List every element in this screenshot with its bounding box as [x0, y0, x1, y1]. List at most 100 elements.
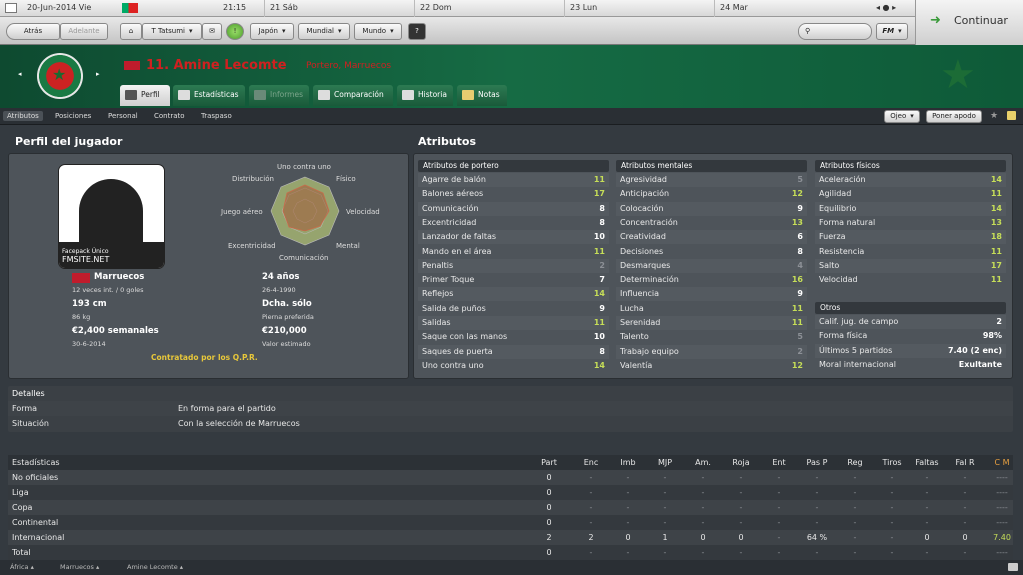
forward-button[interactable]: Adelante: [60, 23, 108, 40]
attribute-row[interactable]: Serenidad 11: [616, 316, 807, 330]
breadcrumb-item[interactable]: África ▴: [10, 563, 34, 571]
attribute-row[interactable]: Lucha 11: [616, 302, 807, 316]
attribute-row[interactable]: Decisiones 8: [616, 245, 807, 259]
stats-column-header[interactable]: Imb: [608, 455, 648, 470]
stats-column-header[interactable]: Faltas: [907, 455, 947, 470]
attribute-row[interactable]: Saque con las manos 10: [418, 330, 609, 344]
previous-player-icon[interactable]: ◂: [18, 70, 22, 78]
stats-row[interactable]: Copa 0- - - - - - - - - - - ----: [8, 500, 1013, 515]
attribute-row[interactable]: Salida de puños 9: [418, 302, 609, 316]
tab-estadisticas[interactable]: Estadísticas: [173, 85, 245, 106]
attribute-row[interactable]: Creatividad 6: [616, 230, 807, 245]
attribute-row[interactable]: Excentricidad 8: [418, 216, 609, 230]
region-japan-menu[interactable]: Japón: [250, 23, 294, 40]
attribute-row[interactable]: Equilibrio 14: [815, 201, 1006, 216]
attribute-row[interactable]: Balones aéreos 17: [418, 187, 609, 201]
scout-menu[interactable]: Ojeo: [884, 110, 920, 123]
attribute-row[interactable]: Moral internacional Exultante: [815, 358, 1006, 372]
attribute-row[interactable]: Trabajo equipo 2: [616, 344, 807, 359]
attribute-row[interactable]: Determinación 16: [616, 273, 807, 287]
attribute-row[interactable]: Fuerza 18: [815, 230, 1006, 245]
stats-column-header[interactable]: Am.: [683, 455, 723, 470]
tab-informes[interactable]: Informes: [249, 85, 309, 106]
attribute-row[interactable]: Influencia 9: [616, 287, 807, 302]
back-button[interactable]: Atrás: [6, 23, 60, 40]
subnav-contrato[interactable]: Contrato: [154, 112, 185, 120]
attribute-row[interactable]: Comunicación 8: [418, 201, 609, 216]
attribute-row[interactable]: Saques de puerta 8: [418, 344, 609, 359]
attribute-row[interactable]: Primer Toque 7: [418, 273, 609, 287]
breadcrumb-item[interactable]: Amine Lecomte ▴: [127, 563, 183, 571]
day-cell[interactable]: 23 Lun: [564, 0, 714, 17]
stats-row[interactable]: Continental 0- - - - - - - - - - - ----: [8, 515, 1013, 530]
stats-column-header[interactable]: Pas P: [797, 455, 837, 470]
attribute-row[interactable]: Agilidad 11: [815, 187, 1006, 201]
calendar-nav[interactable]: ◂ ● ▸: [876, 3, 896, 12]
attribute-row[interactable]: Mando en el área 11: [418, 245, 609, 259]
status-icon[interactable]: [1008, 563, 1018, 571]
breadcrumb-item[interactable]: Marruecos ▴: [60, 563, 99, 571]
tab-comparacion[interactable]: Comparación: [313, 85, 393, 106]
home-icon[interactable]: ⌂: [120, 23, 142, 40]
stats-column-header[interactable]: Reg: [835, 455, 875, 470]
stats-row[interactable]: Liga 0- - - - - - - - - - - ----: [8, 485, 1013, 500]
attribute-row[interactable]: Talento 5: [616, 330, 807, 344]
attribute-row[interactable]: Agresividad 5: [616, 173, 807, 187]
inbox-icon[interactable]: ✉: [202, 23, 222, 40]
manager-menu[interactable]: T Tatsumi: [142, 23, 202, 40]
attribute-row[interactable]: Forma física 98%: [815, 329, 1006, 343]
subnav-personal[interactable]: Personal: [108, 112, 138, 120]
next-player-icon[interactable]: ▸: [96, 70, 100, 78]
contracted-club[interactable]: Contratado por los Q.P.R.: [151, 353, 258, 362]
attribute-row[interactable]: Desmarques 4: [616, 258, 807, 273]
stats-column-header[interactable]: Part: [529, 455, 569, 470]
day-cell[interactable]: 21 Sáb: [264, 0, 414, 17]
stats-column-header[interactable]: Enc: [571, 455, 611, 470]
stats-column-header[interactable]: C M: [982, 455, 1022, 470]
attribute-row[interactable]: Valentía 12: [616, 359, 807, 373]
attribute-row[interactable]: Agarre de balón 11: [418, 173, 609, 187]
attribute-row[interactable]: Penaltis 2: [418, 258, 609, 273]
fm-menu[interactable]: FM: [876, 23, 908, 40]
edit-icon[interactable]: [1007, 111, 1016, 120]
stats-column-header[interactable]: MJP: [645, 455, 685, 470]
help-button[interactable]: ?: [408, 23, 426, 40]
subnav-atributos[interactable]: Atributos: [3, 111, 43, 121]
star-icon[interactable]: ★: [990, 111, 998, 121]
search-input[interactable]: ⚲: [798, 23, 872, 40]
subnav-posiciones[interactable]: Posiciones: [55, 112, 91, 120]
region-world-menu[interactable]: Mundial: [298, 23, 350, 40]
attribute-row[interactable]: Reflejos 14: [418, 287, 609, 302]
stats-column-header[interactable]: Ent: [759, 455, 799, 470]
attribute-row[interactable]: Uno contra uno 14: [418, 359, 609, 373]
attribute-row[interactable]: Resistencia 11: [815, 245, 1006, 259]
tab-notas[interactable]: Notas: [457, 85, 507, 106]
day-cell[interactable]: 24 Mar: [714, 0, 864, 17]
tab-historia[interactable]: Historia: [397, 85, 453, 106]
stats-row[interactable]: Total 0- - - - - - - - - - - ----: [8, 545, 1013, 560]
notification-icon[interactable]: !: [226, 23, 244, 40]
attribute-row[interactable]: Forma natural 13: [815, 216, 1006, 230]
tab-perfil[interactable]: Perfil: [120, 85, 170, 106]
attribute-row[interactable]: Velocidad 11: [815, 273, 1006, 287]
attribute-row[interactable]: Calif. jug. de campo 2: [815, 315, 1006, 329]
stats-column-header[interactable]: Fal R: [945, 455, 985, 470]
subnav-traspaso[interactable]: Traspaso: [201, 112, 232, 120]
continue-button[interactable]: ➜ Continuar: [915, 0, 1023, 45]
attribute-row[interactable]: Salto 17: [815, 258, 1006, 273]
stats-row[interactable]: Internacional 2 2 0 1 0 0 - 64 % - - 0 0 7.40: [8, 530, 1013, 545]
attribute-row[interactable]: Colocación 9: [616, 201, 807, 216]
attribute-row[interactable]: Salidas 11: [418, 316, 609, 330]
attribute-row[interactable]: Aceleración 14: [815, 173, 1006, 187]
attribute-row[interactable]: Últimos 5 partidos 7.40 (2 enc): [815, 343, 1006, 358]
stats-column-header[interactable]: Roja: [721, 455, 761, 470]
attribute-row[interactable]: Lanzador de faltas 10: [418, 230, 609, 245]
calendar-icon[interactable]: [5, 3, 17, 13]
stats-row[interactable]: No oficiales 0- - - - - - - - - - - ----: [8, 470, 1013, 485]
nickname-button[interactable]: Poner apodo: [926, 110, 982, 123]
day-cell[interactable]: 22 Dom: [414, 0, 564, 17]
region-worldwide-menu[interactable]: Mundo: [354, 23, 402, 40]
attribute-row[interactable]: Anticipación 12: [616, 187, 807, 201]
attribute-row[interactable]: Concentración 13: [616, 216, 807, 230]
nation[interactable]: Marruecos: [94, 272, 144, 282]
